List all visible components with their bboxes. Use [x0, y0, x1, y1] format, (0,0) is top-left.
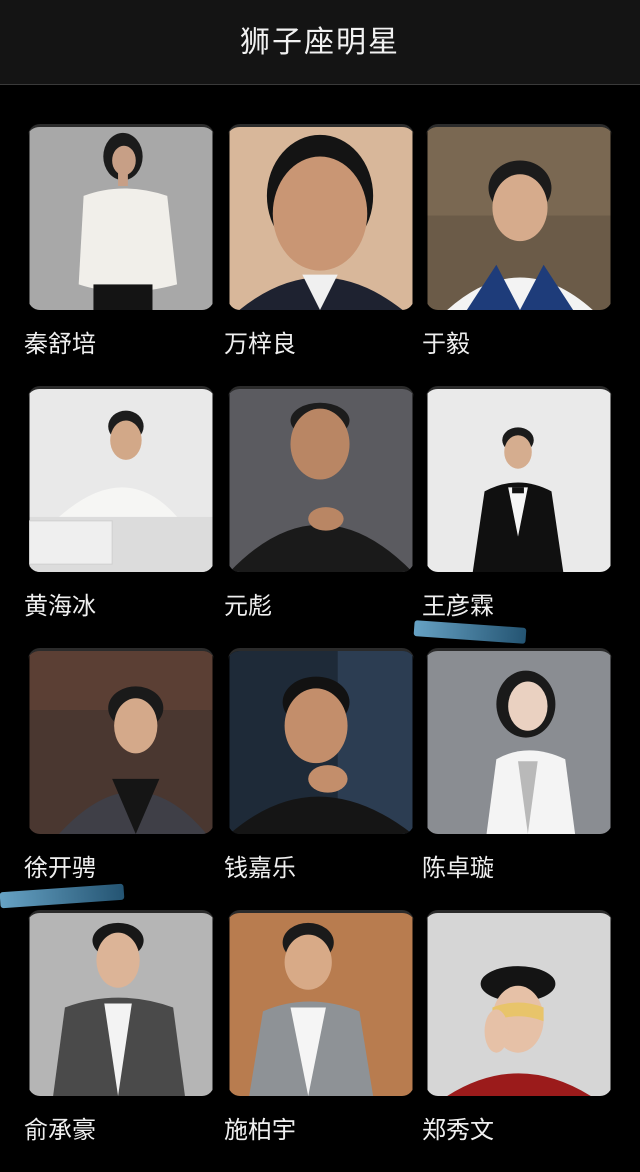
portrait-image: [229, 913, 413, 1096]
star-name: 于毅: [422, 330, 470, 358]
top-bar: 狮子座明星: [0, 0, 640, 85]
star-name: 元彪: [224, 592, 272, 620]
star-name: 钱嘉乐: [224, 854, 296, 882]
portrait-image: [427, 389, 611, 572]
star-photo[interactable]: [228, 386, 414, 572]
portrait-image: [229, 389, 413, 572]
star-name: 万梓良: [224, 330, 296, 358]
star-photo[interactable]: [426, 648, 612, 834]
star-photo[interactable]: [426, 124, 612, 310]
grid-row: 俞承豪 施柏宇 郑秀文: [0, 910, 640, 1172]
portrait-image: [229, 127, 413, 310]
portrait-image: [427, 127, 611, 310]
portrait-image: [29, 389, 213, 572]
star-name: 陈卓璇: [422, 854, 494, 882]
grid-row: 黄海冰 元彪 王彦霖: [0, 386, 640, 648]
star-photo[interactable]: [228, 648, 414, 834]
grid-row: 徐开骋 钱嘉乐 陈卓璇: [0, 648, 640, 910]
star-photo[interactable]: [426, 386, 612, 572]
star-photo[interactable]: [426, 910, 612, 1096]
grid-row: 秦舒培 万梓良 于毅: [0, 124, 640, 386]
portrait-image: [427, 913, 611, 1096]
star-photo[interactable]: [28, 124, 214, 310]
portrait-image: [29, 913, 213, 1096]
star-photo[interactable]: [228, 910, 414, 1096]
portrait-image: [29, 127, 213, 310]
page-title: 狮子座明星: [240, 25, 400, 60]
star-photo[interactable]: [28, 910, 214, 1096]
star-name: 黄海冰: [24, 592, 96, 620]
star-name: 秦舒培: [24, 330, 96, 358]
star-photo[interactable]: [228, 124, 414, 310]
star-photo[interactable]: [28, 648, 214, 834]
star-name: 王彦霖: [422, 592, 494, 620]
star-name: 郑秀文: [422, 1116, 494, 1144]
star-name: 俞承豪: [24, 1116, 96, 1144]
portrait-image: [427, 651, 611, 834]
star-name: 施柏宇: [224, 1116, 296, 1144]
star-photo[interactable]: [28, 386, 214, 572]
star-name: 徐开骋: [24, 854, 96, 882]
portrait-image: [29, 651, 213, 834]
portrait-image: [229, 651, 413, 834]
